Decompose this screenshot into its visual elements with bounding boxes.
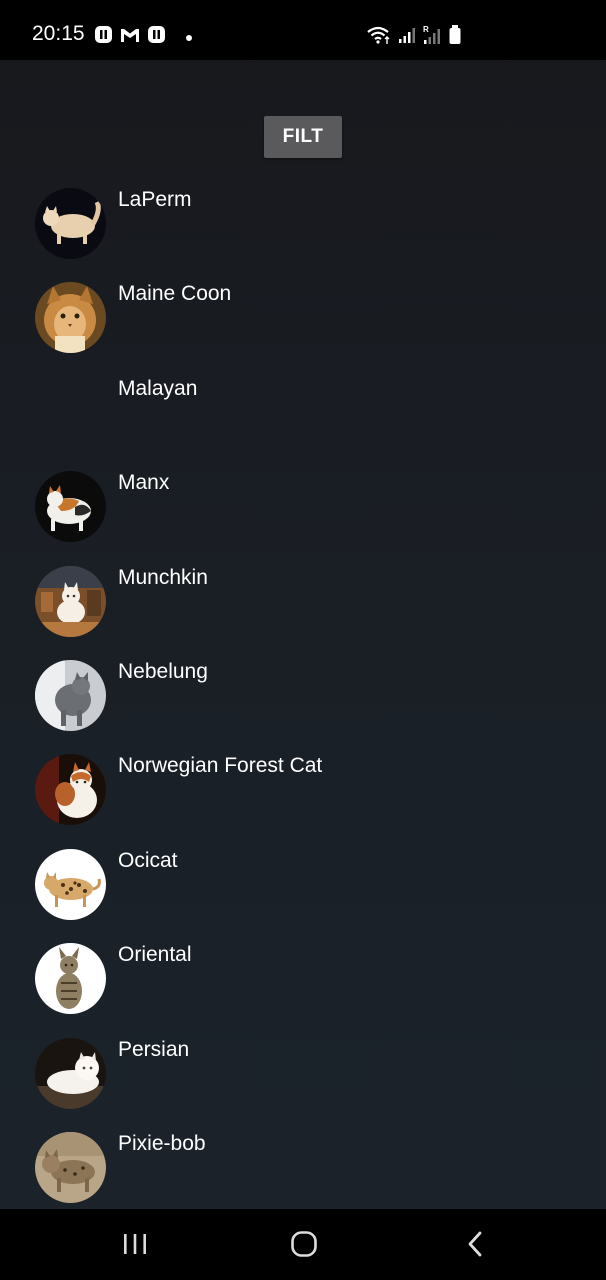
wifi-icon (366, 25, 392, 50)
list-item[interactable]: Nebelung (0, 660, 606, 754)
breed-name: Persian (118, 1038, 190, 1061)
list-item[interactable]: Norwegian Forest Cat (0, 754, 606, 848)
home-icon[interactable] (284, 1227, 324, 1261)
breed-avatar (35, 566, 106, 637)
filter-button[interactable]: FILT (264, 116, 342, 158)
list-item[interactable]: Oriental (0, 943, 606, 1037)
system-icons: R (366, 24, 462, 51)
breed-avatar (35, 1038, 106, 1109)
battery-icon (448, 24, 462, 51)
navigation-bar (0, 1209, 606, 1280)
breed-name: Nebelung (118, 660, 208, 683)
breed-avatar (35, 188, 106, 259)
breed-avatar (35, 471, 106, 542)
list-item[interactable]: LaPerm (0, 188, 606, 282)
breed-name: Manx (118, 471, 170, 494)
signal-icon (398, 26, 416, 49)
list-item[interactable]: Manx (0, 471, 606, 565)
breed-name: LaPerm (118, 188, 192, 211)
notification-app-icon (147, 25, 166, 49)
notification-icons (94, 25, 192, 49)
breed-avatar (35, 660, 106, 731)
breed-avatar (35, 282, 106, 353)
status-bar: 20:15 R (0, 0, 606, 60)
breed-avatar (35, 943, 106, 1014)
breed-name: Malayan (118, 377, 198, 400)
dot-icon (186, 28, 192, 46)
notification-app-icon (94, 25, 113, 49)
breed-avatar (35, 849, 106, 920)
list-item[interactable]: Maine Coon (0, 282, 606, 376)
breed-name: Maine Coon (118, 282, 232, 305)
breed-name: Ocicat (118, 849, 178, 872)
breed-avatar (35, 1132, 106, 1203)
signal-roaming-icon: R (422, 25, 442, 50)
list-item[interactable]: Munchkin (0, 566, 606, 660)
list-item[interactable]: Ocicat (0, 849, 606, 943)
back-icon[interactable] (455, 1227, 495, 1261)
svg-text:R: R (423, 25, 429, 34)
list-item[interactable]: Malayan (0, 377, 606, 471)
recent-apps-icon[interactable] (115, 1227, 155, 1261)
breed-name: Norwegian Forest Cat (118, 754, 323, 777)
breed-name: Munchkin (118, 566, 208, 589)
gmail-icon (119, 26, 141, 49)
breed-avatar (35, 754, 106, 825)
breed-name: Pixie-bob (118, 1132, 206, 1155)
list-item[interactable]: Persian (0, 1038, 606, 1132)
status-time: 20:15 (32, 22, 85, 45)
breed-name: Oriental (118, 943, 192, 966)
